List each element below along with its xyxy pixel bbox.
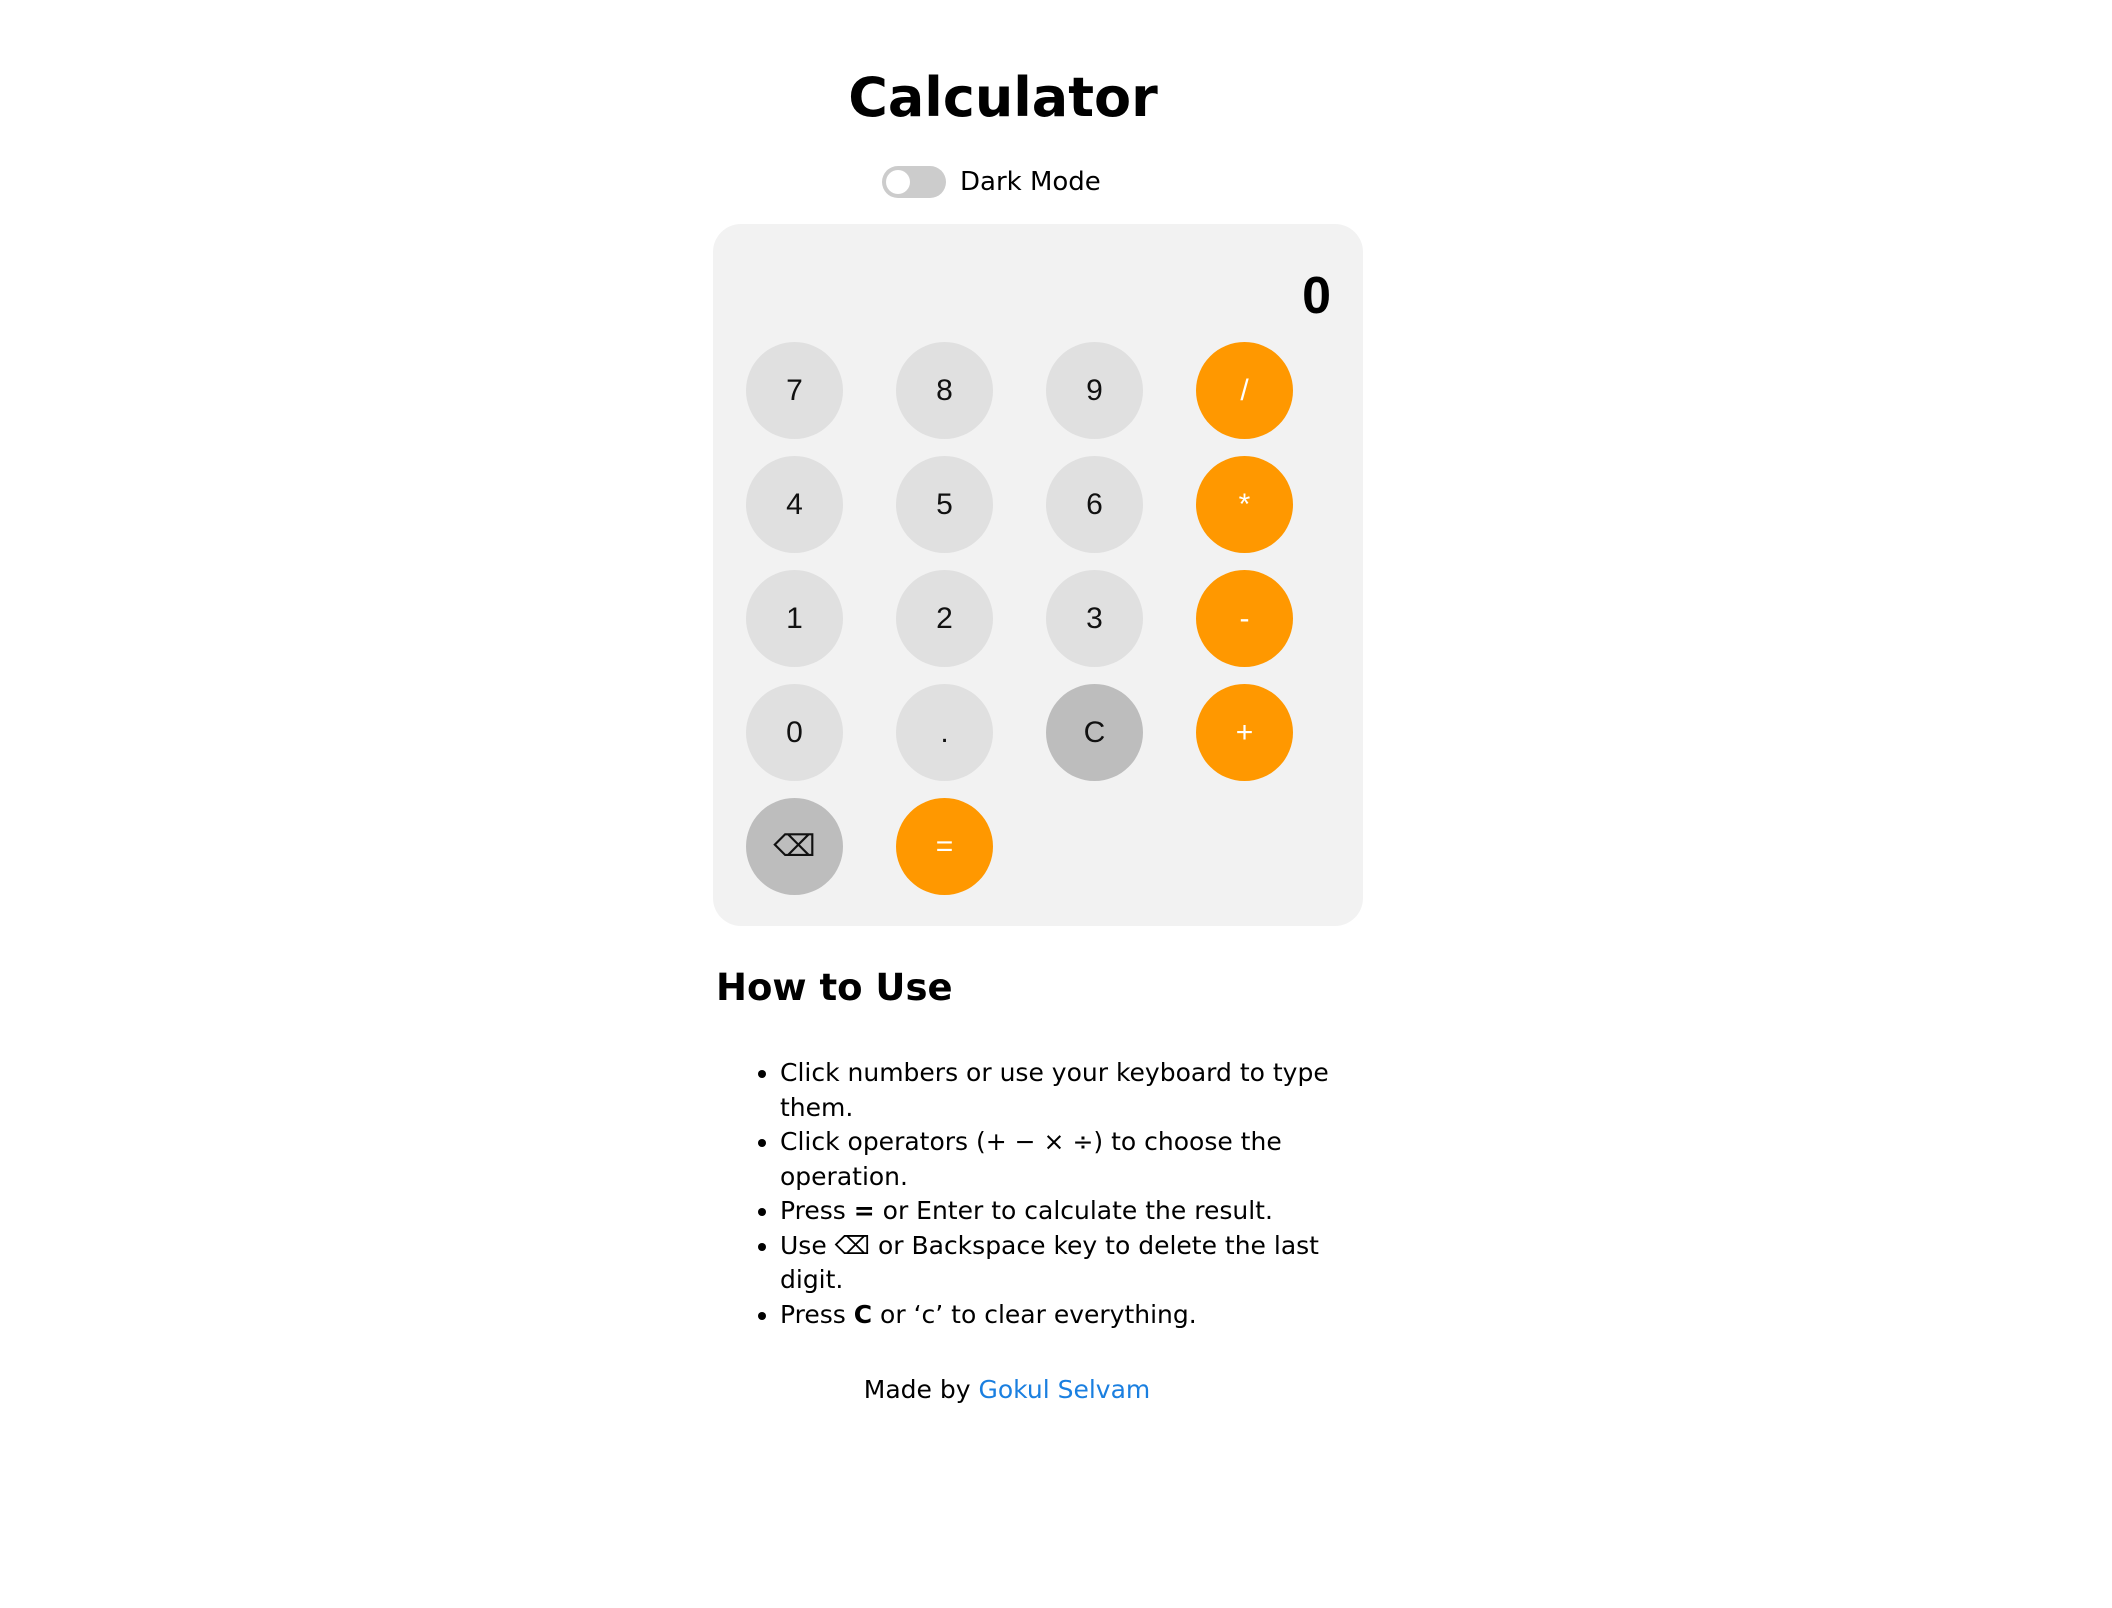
key-3[interactable]: 3	[1046, 570, 1143, 667]
instructions-list: Click numbers or use your keyboard to ty…	[716, 1056, 1336, 1332]
list-item-text: or Enter to calculate the result.	[874, 1196, 1273, 1225]
author-link[interactable]: Gokul Selvam	[978, 1375, 1150, 1404]
key-4[interactable]: 4	[746, 456, 843, 553]
list-item-text: Press	[780, 1299, 854, 1329]
list-item: Use ⌫ or Backspace key to delete the las…	[780, 1229, 1336, 1298]
page-title: Calculator	[848, 66, 1158, 129]
decimal-button[interactable]: .	[896, 684, 993, 781]
equals-key-hint: =	[853, 1196, 875, 1225]
backspace-button[interactable]: ⌫	[746, 798, 843, 895]
calculator-panel: 0 7 8 9 / 4 5 6 * 1 2 3 - 0 . C + ⌫ =	[713, 224, 1363, 926]
dark-mode-row: Dark Mode	[882, 164, 1101, 200]
dark-mode-toggle[interactable]	[882, 166, 946, 198]
list-item: Click numbers or use your keyboard to ty…	[780, 1056, 1336, 1125]
dark-mode-label: Dark Mode	[960, 167, 1101, 197]
key-1[interactable]: 1	[746, 570, 843, 667]
key-0[interactable]: 0	[746, 684, 843, 781]
list-item-text: or ‘c’ to clear everything.	[872, 1299, 1197, 1329]
toggle-knob	[886, 170, 910, 194]
list-item: Click operators (+ − × ÷) to choose the …	[780, 1125, 1336, 1194]
footer: Made by Gokul Selvam	[0, 1372, 2014, 1408]
key-9[interactable]: 9	[1046, 342, 1143, 439]
how-to-use-section: How to Use Click numbers or use your key…	[716, 958, 1336, 1332]
list-item: Press C or ‘c’ to clear everything.	[780, 1298, 1336, 1333]
how-to-use-heading: How to Use	[716, 966, 953, 1009]
key-5[interactable]: 5	[896, 456, 993, 553]
divide-button[interactable]: /	[1196, 342, 1293, 439]
add-button[interactable]: +	[1196, 684, 1293, 781]
calculator-display: 0	[1302, 267, 1331, 325]
equals-button[interactable]: =	[896, 798, 993, 895]
clear-button[interactable]: C	[1046, 684, 1143, 781]
key-2[interactable]: 2	[896, 570, 993, 667]
key-8[interactable]: 8	[896, 342, 993, 439]
list-item-text: Press	[780, 1196, 854, 1225]
key-6[interactable]: 6	[1046, 456, 1143, 553]
multiply-button[interactable]: *	[1196, 456, 1293, 553]
subtract-button[interactable]: -	[1196, 570, 1293, 667]
key-7[interactable]: 7	[746, 342, 843, 439]
footer-prefix: Made by	[863, 1375, 971, 1404]
clear-key-hint: C	[853, 1299, 873, 1329]
list-item: Press = or Enter to calculate the result…	[780, 1194, 1336, 1229]
